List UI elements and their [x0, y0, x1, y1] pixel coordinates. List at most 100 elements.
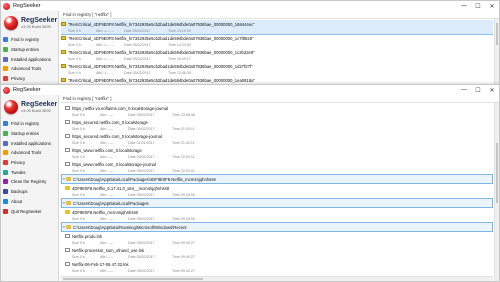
- maximize-button[interactable]: ☐: [471, 3, 485, 10]
- sidebar-item-tools[interactable]: Advanced Tools: [1, 64, 58, 74]
- result-item[interactable]: "RemCritical_4DF9E0F8.Netflix_hr7342935e…: [61, 34, 493, 48]
- meta-field: Size 0 b: [72, 241, 85, 245]
- sidebar: RegSeeker v3.05 Build 3690 Find in regis…: [1, 95, 59, 281]
- meta-field: Time 14:23:53: [168, 43, 191, 47]
- find-header: Find in registry [ "netflix" ]: [61, 95, 499, 103]
- sidebar-item-startup[interactable]: Startup entries: [1, 129, 58, 139]
- sidebar-nav: Find in registry Startup entries Installed…: [1, 119, 58, 216]
- result-item[interactable]: "RemCritical_4DF9E0F8.Netflix_hr7342935e…: [61, 48, 493, 62]
- sidebar-item-label: Clean the Registry: [11, 179, 47, 185]
- result-item[interactable]: "RemCritical_4DF9E0F8.Netflix_hr7342935e…: [61, 20, 493, 35]
- sidebar-item-label: Startup entries: [11, 47, 39, 53]
- sidebar-item-tweaks[interactable]: Tweaks: [1, 167, 58, 177]
- result-row[interactable]: 4DF9E0F8.Netflix_6.17.41.0_x64__mcm4njqh…: [61, 184, 493, 192]
- horizontal-scrollbar[interactable]: [61, 276, 493, 281]
- close-button[interactable]: ✕: [485, 87, 499, 94]
- clean-icon: [3, 179, 8, 185]
- meta-field: Size 0 b: [72, 155, 85, 159]
- result-group[interactable]: ▾ C:\Users\Doug\AppData\Roaming\Microsoft…: [61, 222, 493, 232]
- vertical-scrollbar[interactable]: [494, 103, 499, 281]
- result-row[interactable]: ▾ C:\Users\Doug\AppData\Local\Packages\4D…: [62, 175, 492, 183]
- result-row[interactable]: Netflix.produ.lnk: [61, 232, 493, 240]
- meta-field: Attri -----: [100, 255, 114, 259]
- app-icon: [3, 86, 10, 94]
- sidebar-item-apps[interactable]: Installed applications: [1, 138, 58, 148]
- meta-field: Size 0 b: [72, 193, 85, 197]
- result-key: "RemCritical_4DF9E0F8.Netflix_hr7342935e…: [68, 77, 255, 83]
- folder-icon: [66, 201, 71, 205]
- meta-field: Size 0 b: [72, 269, 85, 273]
- apps-icon: [3, 140, 8, 146]
- result-text: Netflix-06-Feb-17-06.47.32.lnk: [72, 261, 129, 267]
- minimize-button[interactable]: —: [457, 3, 471, 9]
- tools-icon: [3, 150, 8, 156]
- result-row[interactable]: Netflix-06-Feb-17-06.47.32.lnk: [61, 260, 493, 268]
- meta-field: Time 20:40:17: [168, 57, 191, 61]
- meta-field: Attri -r-- ----: [96, 57, 114, 61]
- result-item[interactable]: https_www.netflix.com_0.localstorage Size…: [61, 146, 493, 160]
- result-group[interactable]: ▾ C:\Users\Doug\AppData\Local\Packages\4D…: [61, 174, 493, 184]
- meta-field: Attri -----: [100, 217, 114, 221]
- result-row[interactable]: Netflix-processor_sum_xthand_use.lnk: [61, 246, 493, 254]
- result-item[interactable]: Netflix-06-Feb-17-06.47.32.lnk Size 0 b At…: [61, 260, 493, 274]
- sidebar-item-tools[interactable]: Advanced Tools: [1, 148, 58, 158]
- meta-field: Time 14:19:29: [168, 29, 191, 33]
- sidebar-item-startup[interactable]: Startup entries: [1, 45, 58, 55]
- result-text: Netflix.produ.lnk: [72, 233, 103, 239]
- result-group[interactable]: ▾ C:\Users\Doug\AppData\Local\Packages: [61, 198, 493, 208]
- close-button[interactable]: ✕: [485, 3, 499, 10]
- sidebar-item-privacy[interactable]: Privacy: [1, 74, 58, 84]
- result-item[interactable]: https_netflix.vo.eoflaims.com_0.localsto…: [61, 104, 493, 118]
- result-row[interactable]: https_netflix.vo.eoflaims.com_0.localsto…: [61, 104, 493, 112]
- sidebar-item-label: Quit RegSeeker: [11, 208, 42, 214]
- sidebar-item-search[interactable]: Find in registry: [1, 119, 58, 129]
- result-row[interactable]: https_www.netflix.com_0.localstorage-jou…: [61, 160, 493, 168]
- result-row[interactable]: "RemCritical_4DF9E0F8.Netflix_hr7342935e…: [61, 76, 493, 84]
- sidebar-item-info[interactable]: About: [1, 197, 58, 207]
- result-key: "RemCritical_4DF9E0F8.Netflix_hr7342935e…: [68, 63, 253, 69]
- result-item[interactable]: https_secured.netflix.com_0.localstorage…: [61, 132, 493, 146]
- result-item[interactable]: Netflix-processor_sum_xthand_use.lnk Size…: [61, 246, 493, 260]
- result-item[interactable]: https_secured.netflix.com_0.localstorage…: [61, 118, 493, 132]
- meta-field: Date 05/02/2017: [128, 127, 155, 131]
- result-row[interactable]: 4DF9E0F8.Netflix_mcm4njqhnhss8: [61, 208, 493, 216]
- result-item[interactable]: 4DF9E0F8.Netflix_6.17.41.0_x64__mcm4njqh…: [61, 184, 493, 198]
- result-row[interactable]: https_www.netflix.com_0.localstorage: [61, 146, 493, 154]
- apps-icon: [3, 56, 8, 62]
- app-name: RegSeeker: [21, 101, 58, 108]
- meta-field: Size 0 b: [72, 255, 85, 259]
- privacy-icon: [3, 160, 8, 166]
- maximize-button[interactable]: ☐: [471, 87, 485, 94]
- result-item[interactable]: "RemCritical_4DF9E0F8.Netflix_hr7342935e…: [61, 62, 493, 76]
- result-row[interactable]: ▾ C:\Users\Doug\AppData\Local\Packages: [62, 199, 492, 207]
- result-row[interactable]: "RemCritical_4DF9E0F8.Netflix_hr7342935e…: [61, 62, 493, 70]
- find-label: Find in registry [ "netflix" ]: [63, 12, 112, 17]
- app-name: RegSeeker: [21, 17, 58, 24]
- result-row[interactable]: https_secured.netflix.com_0.localstorage: [61, 118, 493, 126]
- result-item[interactable]: Netflix.produ.lnk Size 0 b Attri ----- Date…: [61, 232, 493, 246]
- result-item[interactable]: https_www.netflix.com_0.localstorage-jou…: [61, 160, 493, 174]
- app-version: v3.05 Build 3690: [21, 24, 51, 29]
- meta-field: Date 05/02/2017: [124, 43, 151, 47]
- meta-field: Size 0 b: [72, 127, 85, 131]
- regseeker-window-back: RegSeeker — ☐ ✕ RegSeeker v3.05 Build 36…: [0, 0, 500, 96]
- sidebar-item-search[interactable]: Find in registry: [1, 35, 58, 45]
- result-row[interactable]: "RemCritical_4DF9E0F8.Netflix_hr7342935e…: [61, 48, 493, 56]
- sidebar-item-backup[interactable]: Backups: [1, 187, 58, 197]
- main-panel: Find in registry [ "netflix" ] https_net…: [61, 95, 499, 281]
- tweaks-icon: [3, 169, 8, 175]
- result-row[interactable]: ▾ C:\Users\Doug\AppData\Roaming\Microsoft…: [62, 223, 492, 231]
- minimize-button[interactable]: —: [457, 87, 471, 93]
- result-row[interactable]: "RemCritical_4DF9E0F8.Netflix_hr7342935e…: [61, 20, 493, 28]
- sidebar-item-clean[interactable]: Clean the Registry: [1, 177, 58, 187]
- results-list[interactable]: https_netflix.vo.eoflaims.com_0.localsto…: [61, 104, 493, 281]
- sidebar-item-quit[interactable]: Quit RegSeeker: [1, 206, 58, 216]
- result-row[interactable]: https_secured.netflix.com_0.localstorage…: [61, 132, 493, 140]
- sidebar-item-apps[interactable]: Installed applications: [1, 54, 58, 64]
- sidebar-item-privacy[interactable]: Privacy: [1, 158, 58, 168]
- result-row[interactable]: "RemCritical_4DF9E0F8.Netflix_hr7342935e…: [61, 34, 493, 42]
- meta-field: Attri -----: [100, 193, 114, 197]
- result-text: C:\Users\Doug\AppData\Local\Packages\4DF…: [73, 176, 216, 182]
- file-icon: [65, 120, 70, 124]
- result-item[interactable]: 4DF9E0F8.Netflix_mcm4njqhnhss8 Size 0 b At…: [61, 208, 493, 222]
